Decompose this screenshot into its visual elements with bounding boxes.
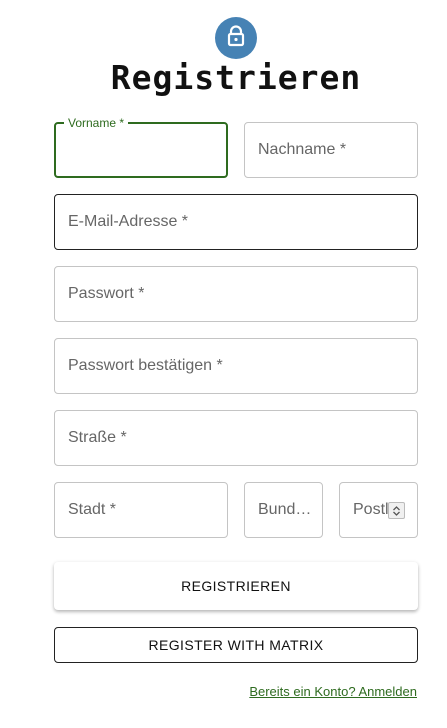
register-with-matrix-button[interactable]: REGISTER WITH MATRIX xyxy=(54,627,418,663)
postal-code-field[interactable]: Postl xyxy=(339,482,418,538)
city-field[interactable]: Stadt * xyxy=(54,482,228,538)
lock-icon xyxy=(226,24,246,52)
number-stepper[interactable] xyxy=(388,502,405,519)
last-name-label: Nachname * xyxy=(258,141,347,158)
last-name-field[interactable]: Nachname * xyxy=(244,122,418,178)
page-title: Registrieren xyxy=(110,58,362,97)
login-link[interactable]: Bereits ein Konto? Anmelden xyxy=(249,684,417,699)
first-name-field[interactable]: Vorname * xyxy=(54,116,228,178)
password-confirm-label: Passwort bestätigen * xyxy=(68,357,223,374)
stepper-arrows-icon xyxy=(393,505,400,516)
email-field[interactable]: E-Mail-Adresse * xyxy=(54,194,418,250)
lock-avatar xyxy=(215,17,257,59)
postal-code-label: Postl xyxy=(353,501,389,518)
password-label: Passwort * xyxy=(68,285,145,302)
city-label: Stadt * xyxy=(68,501,117,518)
first-name-label: Vorname * xyxy=(64,116,129,130)
email-label: E-Mail-Adresse * xyxy=(68,213,189,230)
street-field[interactable]: Straße * xyxy=(54,410,418,466)
street-label: Straße * xyxy=(68,429,127,446)
password-field[interactable]: Passwort * xyxy=(54,266,418,322)
password-confirm-field[interactable]: Passwort bestätigen * xyxy=(54,338,418,394)
state-label: Bund… xyxy=(258,501,312,518)
state-field[interactable]: Bund… xyxy=(244,482,323,538)
register-button[interactable]: REGISTRIEREN xyxy=(54,562,418,610)
